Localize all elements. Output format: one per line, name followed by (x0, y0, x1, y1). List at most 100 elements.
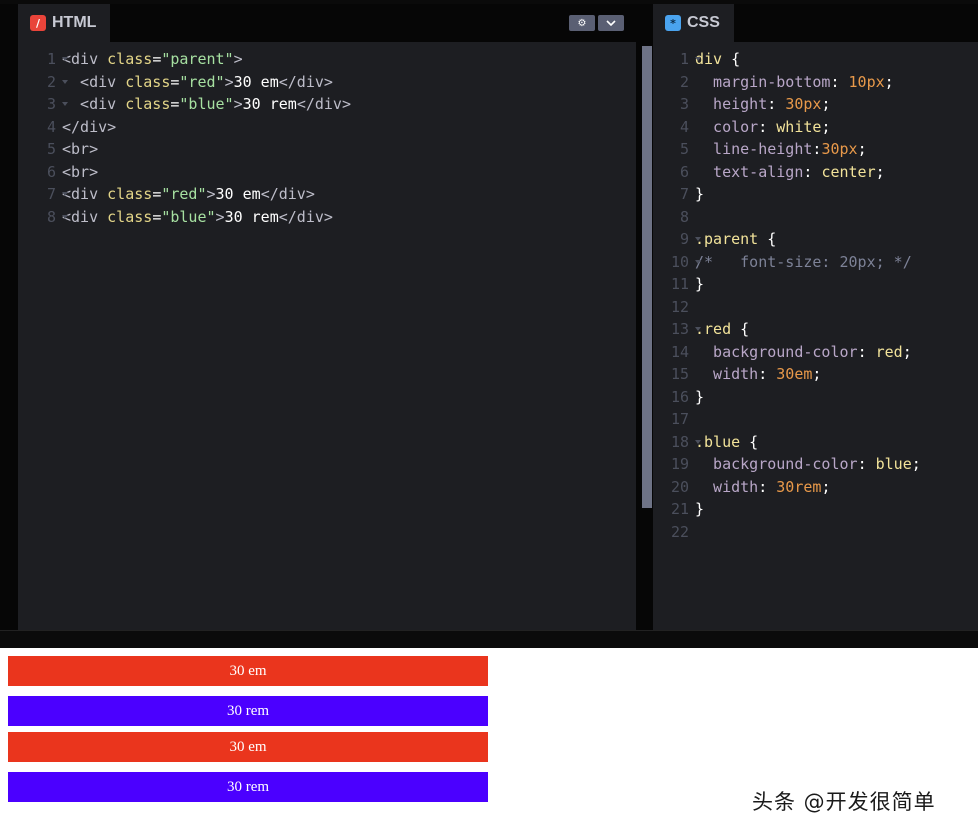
code-token: 30 em (215, 185, 261, 203)
code-token: text-align (695, 162, 804, 181)
code-token: 30em (776, 365, 813, 383)
code-text: } (691, 498, 704, 521)
line-number: 17 (670, 410, 689, 428)
code-text: background-color: blue; (691, 453, 921, 476)
code-token: <div (62, 72, 126, 91)
code-line[interactable]: 5 line-height:30px; (653, 138, 978, 161)
code-line[interactable]: 9 .parent { (653, 228, 978, 251)
code-line[interactable]: 3 height: 30px; (653, 93, 978, 116)
code-token: = (152, 50, 162, 68)
code-line[interactable]: 2 margin-bottom: 10px; (653, 71, 978, 94)
code-line[interactable]: 10/* font-size: 20px; */ (653, 251, 978, 274)
code-line[interactable]: 17 (653, 408, 978, 431)
code-text: <div class="parent"> (58, 48, 243, 71)
code-line[interactable]: 6 text-align: center; (653, 161, 978, 184)
code-line[interactable]: 2 <div class="red">30 em</div> (18, 71, 636, 94)
code-line[interactable]: 21} (653, 498, 978, 521)
fold-arrow-icon[interactable] (62, 79, 68, 84)
code-line[interactable]: 22 (653, 521, 978, 544)
code-line[interactable]: 12 (653, 296, 978, 319)
code-token: background-color (695, 455, 858, 473)
fold-arrow-icon[interactable] (695, 57, 701, 61)
code-line[interactable]: 5 <br> (18, 138, 636, 161)
code-line[interactable]: 14 background-color: red; (653, 341, 978, 364)
preview-block-blue: 30 rem (8, 772, 488, 802)
code-text: } (691, 273, 704, 296)
code-token: : (758, 477, 777, 496)
fold-arrow-icon[interactable] (695, 259, 701, 264)
code-token: 30 rem (242, 95, 297, 113)
code-line[interactable]: 8 (653, 206, 978, 229)
code-token: class (125, 72, 171, 91)
code-token: ; (821, 477, 831, 496)
code-token: ; (884, 72, 894, 91)
code-token: 30 em (233, 72, 279, 91)
code-line[interactable]: 20 width: 30rem; (653, 476, 978, 499)
code-line[interactable]: 7} (653, 183, 978, 206)
fold-arrow-icon[interactable] (695, 327, 701, 331)
code-token: : (803, 162, 822, 181)
code-line[interactable]: 18 .blue { (653, 431, 978, 454)
pane-menu-button[interactable] (598, 15, 624, 31)
code-line[interactable]: 11} (653, 273, 978, 296)
code-token: } (695, 387, 705, 406)
code-line[interactable]: 8 <div class="blue">30 rem</div> (18, 206, 636, 229)
code-text: <br> (58, 138, 98, 161)
line-number: 5 (46, 140, 56, 158)
code-line[interactable]: 1 div { (653, 48, 978, 71)
line-number: 8 (18, 206, 68, 229)
code-line[interactable]: 15 width: 30em; (653, 363, 978, 386)
line-number: 7 (18, 183, 68, 206)
settings-button[interactable]: ⚙ (569, 15, 595, 31)
css-code-editor[interactable]: 1 div {2 margin-bottom: 10px; 3 height: 30… (653, 48, 978, 543)
html-tab[interactable]: / HTML (18, 4, 111, 42)
line-number: 12 (670, 297, 689, 316)
code-line[interactable]: 19 background-color: blue; (653, 453, 978, 476)
css-editor-pane: * CSS 1 div {2 margin-bottom: 10px; 3 heig… (653, 4, 978, 630)
line-number: 22 (670, 522, 689, 541)
code-text: background-color: red; (691, 341, 912, 364)
html-code-editor[interactable]: 1 <div class="parent"> 2 <div class="red">… (18, 48, 636, 228)
css-tab[interactable]: * CSS (653, 4, 734, 42)
code-token: "red" (161, 185, 207, 203)
code-token: <br> (62, 162, 99, 181)
code-token: : (767, 95, 786, 113)
html-tab-label: HTML (52, 14, 97, 31)
code-token: "red" (179, 72, 225, 91)
fold-arrow-icon[interactable] (695, 237, 701, 241)
code-token: <div (62, 95, 126, 113)
code-text: <div class="red">30 em</div> (58, 71, 333, 94)
fold-arrow-icon[interactable] (62, 102, 68, 106)
code-token: ; (812, 365, 822, 383)
code-token: 30rem (776, 477, 822, 496)
code-token: .blue (695, 432, 741, 451)
code-token: /* font-size: 20px; */ (695, 252, 912, 271)
css-tab-label: CSS (687, 14, 720, 31)
code-text: } (691, 183, 704, 206)
code-line[interactable]: 3 <div class="blue">30 rem</div> (18, 93, 636, 116)
fold-arrow-icon[interactable] (62, 57, 68, 61)
gear-icon: ⚙ (577, 17, 587, 29)
code-text: .parent { (691, 228, 776, 251)
code-token: > (206, 185, 216, 203)
preview-block-red: 30 em (8, 732, 488, 762)
code-line[interactable]: 16} (653, 386, 978, 409)
fold-arrow-icon[interactable] (62, 214, 68, 219)
code-token: class (107, 207, 153, 226)
code-line[interactable]: 4 color: white; (653, 116, 978, 139)
code-token: </div> (62, 117, 117, 136)
code-token: </div> (278, 72, 333, 91)
fold-arrow-icon[interactable] (62, 192, 68, 196)
code-line[interactable]: 1 <div class="parent"> (18, 48, 636, 71)
code-line[interactable]: 6 <br> (18, 161, 636, 184)
code-line[interactable]: 13 .red { (653, 318, 978, 341)
pane-resize-divider[interactable] (0, 630, 978, 649)
fold-arrow-icon[interactable] (695, 439, 701, 444)
line-number: 16 (670, 387, 689, 406)
html-editor-scrollbar[interactable] (642, 46, 652, 508)
code-line[interactable]: 7 <div class="red">30 em</div> (18, 183, 636, 206)
code-line[interactable]: 4 </div> (18, 116, 636, 139)
css-asterisk-icon: * (665, 15, 681, 31)
line-number: 10 (653, 251, 701, 274)
